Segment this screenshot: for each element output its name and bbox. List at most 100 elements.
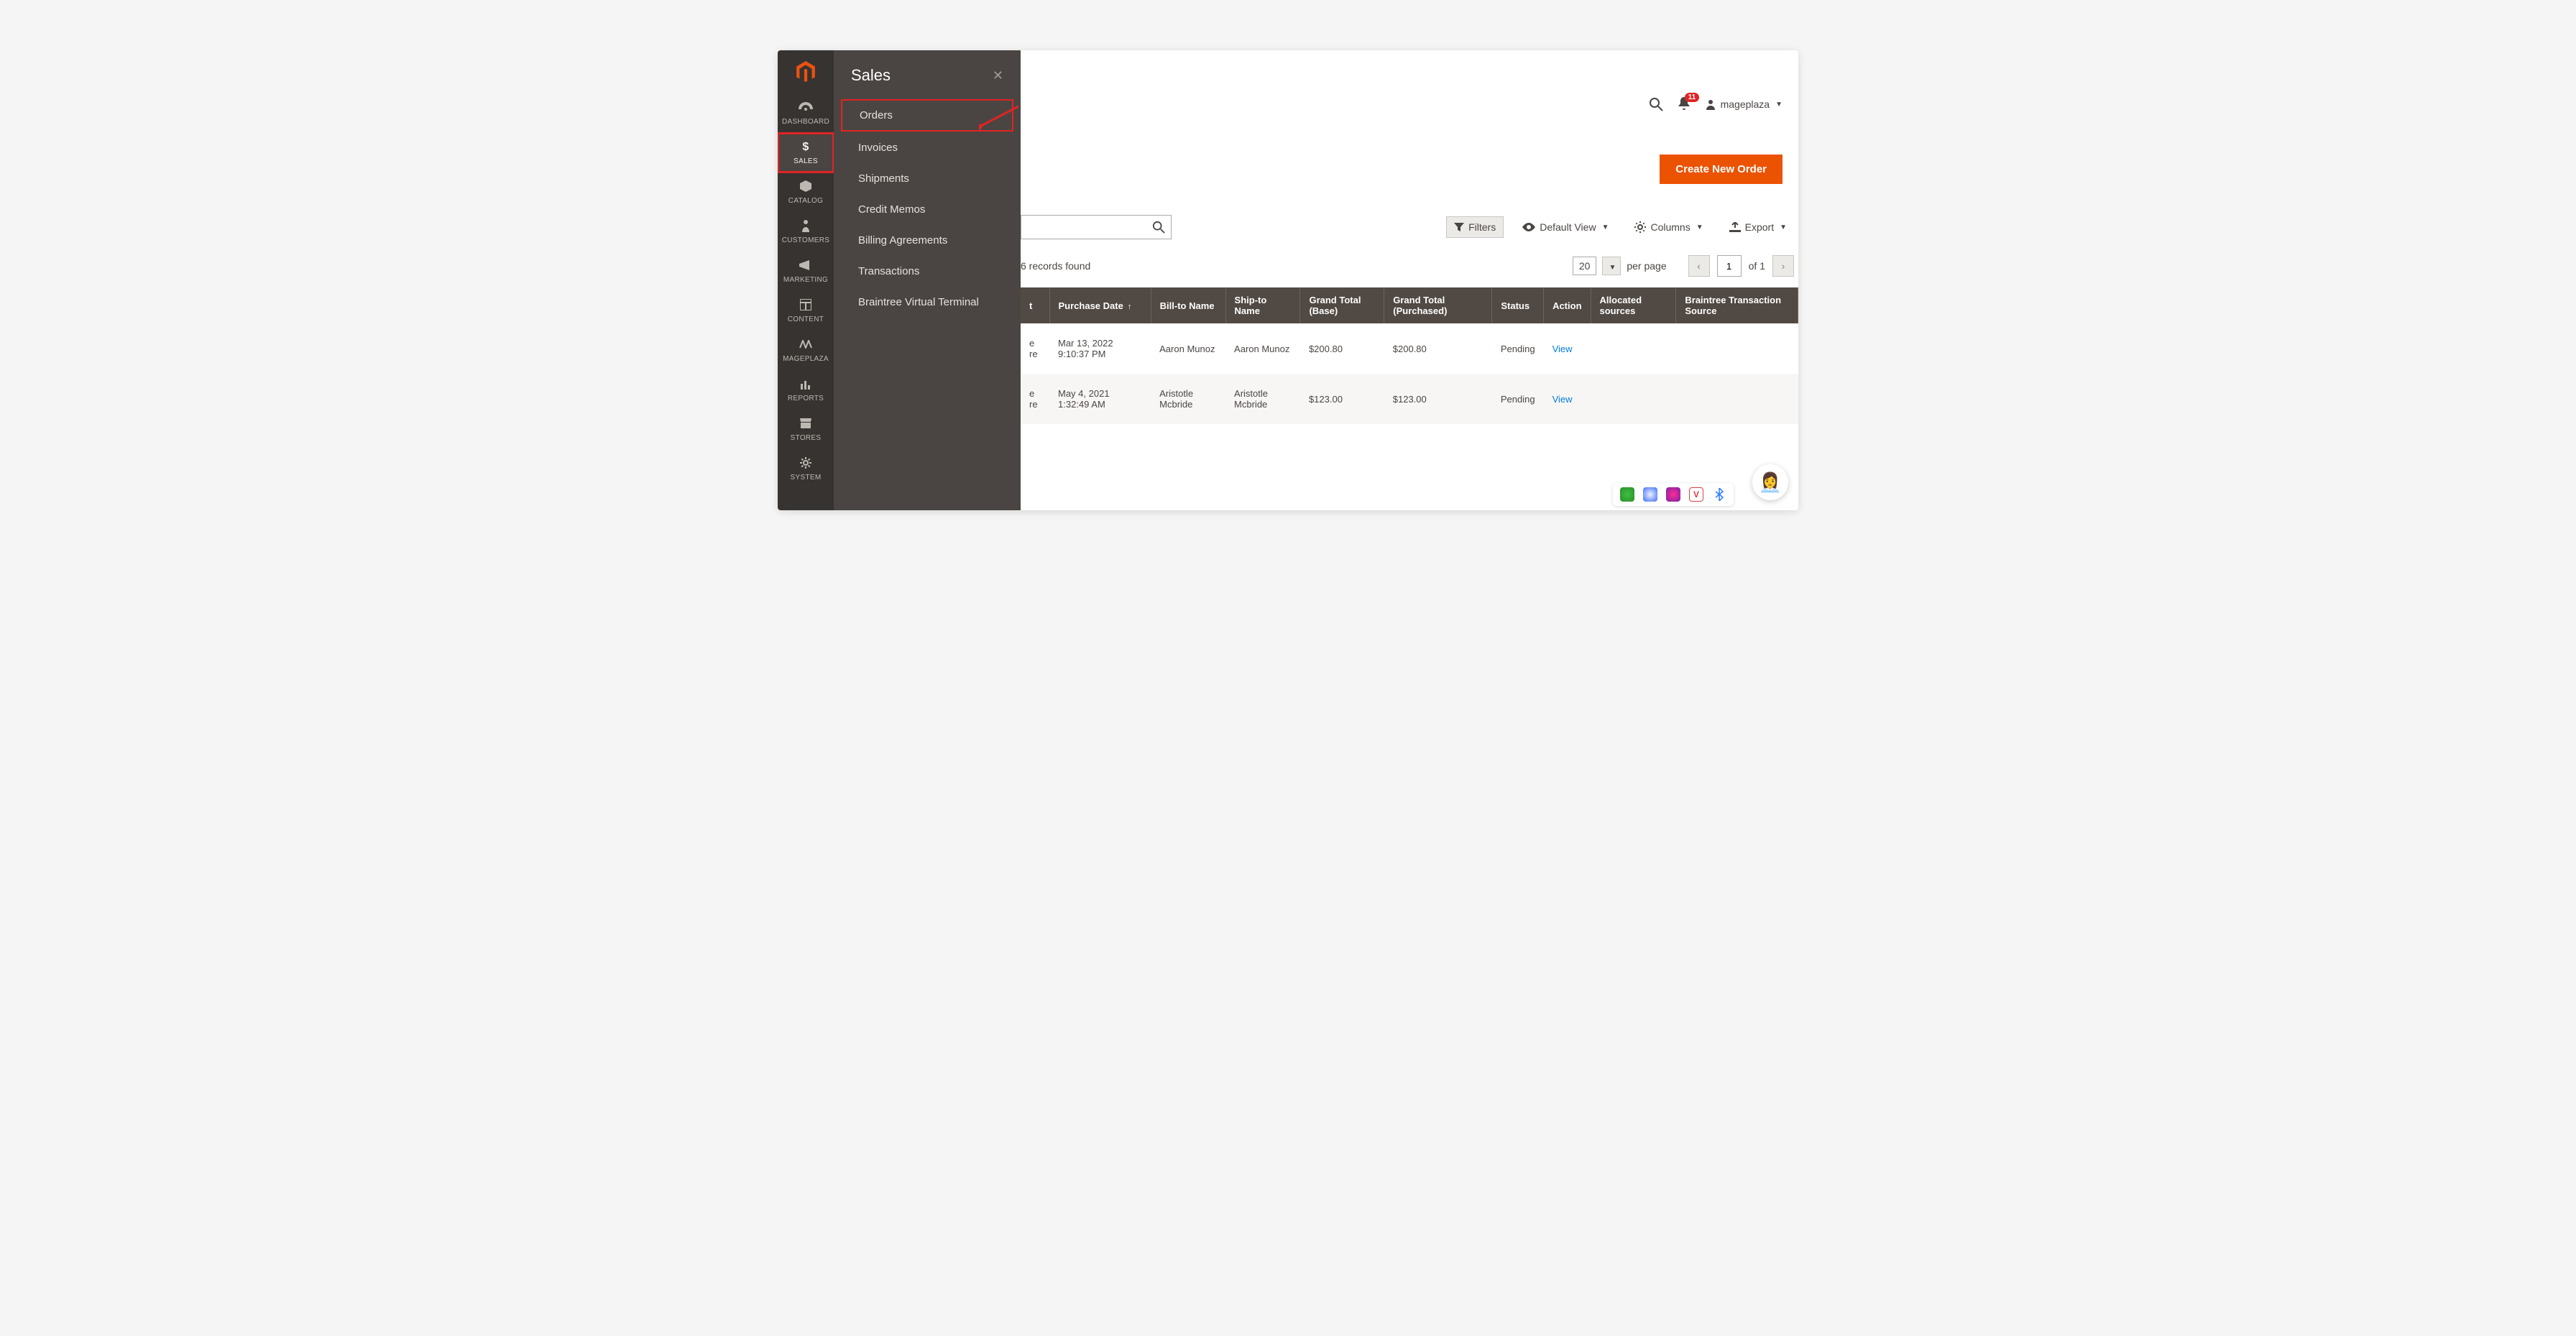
view-label: Default View bbox=[1540, 221, 1596, 233]
orders-grid: t Purchase Date↑ Bill-to Name Ship-to Na… bbox=[1021, 287, 1798, 424]
search-icon[interactable] bbox=[1649, 97, 1663, 111]
cell-purchase-date: Mar 13, 2022 9:10:37 PM bbox=[1049, 323, 1151, 374]
gauge-icon bbox=[799, 99, 813, 115]
nav-content[interactable]: CONTENT bbox=[778, 291, 834, 331]
cell-bill-to: Aaron Munoz bbox=[1151, 323, 1225, 374]
page-size-value: 20 bbox=[1579, 260, 1591, 272]
cell-purchase-date: May 4, 2021 1:32:49 AM bbox=[1049, 374, 1151, 424]
cell-grand-total-purchased: $200.80 bbox=[1384, 323, 1492, 374]
nav-catalog[interactable]: CATALOG bbox=[778, 172, 834, 212]
sort-asc-icon: ↑ bbox=[1128, 303, 1132, 311]
nav-reports[interactable]: REPORTS bbox=[778, 370, 834, 410]
flyout-item-braintree-vt[interactable]: Braintree Virtual Terminal bbox=[841, 287, 1013, 317]
dock-app-icon[interactable] bbox=[1620, 487, 1634, 502]
nav-label: DASHBOARD bbox=[782, 118, 829, 126]
cell-action: View bbox=[1544, 323, 1591, 374]
cell-ship-to: Aristotle Mcbride bbox=[1225, 374, 1300, 424]
grid-header: t Purchase Date↑ Bill-to Name Ship-to Na… bbox=[1021, 287, 1798, 323]
export-label: Export bbox=[1745, 221, 1774, 233]
admin-window: DASHBOARD $ SALES CATALOG CUSTOMERS MARK… bbox=[778, 50, 1798, 510]
flyout-item-invoices[interactable]: Invoices bbox=[841, 133, 1013, 162]
nav-system[interactable]: SYSTEM bbox=[778, 449, 834, 489]
cell-grand-total-base: $200.80 bbox=[1300, 323, 1384, 374]
nav-sales[interactable]: $ SALES bbox=[778, 133, 834, 172]
dock-app-icon[interactable] bbox=[1666, 487, 1680, 502]
nav-label: CATALOG bbox=[788, 197, 823, 205]
export-icon bbox=[1729, 222, 1741, 232]
col-grand-total-base[interactable]: Grand Total (Base) bbox=[1300, 287, 1384, 323]
table-row[interactable]: ere May 4, 2021 1:32:49 AM Aristotle Mcb… bbox=[1021, 374, 1798, 424]
pager-row: 6 records found 20 ▼ per page ‹ of 1 › bbox=[1021, 252, 1798, 280]
close-icon[interactable]: ✕ bbox=[993, 68, 1003, 83]
flyout-item-credit-memos[interactable]: Credit Memos bbox=[841, 195, 1013, 224]
prev-page-button[interactable]: ‹ bbox=[1688, 255, 1710, 277]
flyout-item-billing-agreements[interactable]: Billing Agreements bbox=[841, 226, 1013, 255]
nav-customers[interactable]: CUSTOMERS bbox=[778, 212, 834, 252]
records-found-label: 6 records found bbox=[1021, 260, 1573, 272]
create-new-order-button[interactable]: Create New Order bbox=[1660, 155, 1782, 184]
next-page-button[interactable]: › bbox=[1772, 255, 1794, 277]
dock-app-icon[interactable] bbox=[1643, 487, 1657, 502]
support-avatar[interactable]: 👩‍💼 bbox=[1752, 464, 1788, 500]
flyout-item-label: Shipments bbox=[858, 172, 909, 185]
cell-allocated-sources bbox=[1591, 374, 1676, 424]
table-row[interactable]: ere Mar 13, 2022 9:10:37 PM Aaron Munoz … bbox=[1021, 323, 1798, 374]
notifications-button[interactable]: 11 bbox=[1678, 97, 1690, 111]
col-partial[interactable]: t bbox=[1021, 287, 1049, 323]
col-bill-to[interactable]: Bill-to Name bbox=[1151, 287, 1225, 323]
cell-status: Pending bbox=[1492, 323, 1544, 374]
person-icon bbox=[801, 218, 810, 234]
box-icon bbox=[799, 178, 812, 194]
nav-label: SYSTEM bbox=[791, 474, 822, 482]
flyout-item-shipments[interactable]: Shipments bbox=[841, 164, 1013, 193]
page-size-dropdown-button[interactable]: ▼ bbox=[1602, 257, 1621, 275]
search-icon bbox=[1152, 221, 1165, 234]
export-button[interactable]: Export ▼ bbox=[1722, 217, 1794, 237]
flyout-item-label: Billing Agreements bbox=[858, 234, 947, 247]
bluetooth-icon[interactable] bbox=[1712, 487, 1726, 502]
nav-dashboard[interactable]: DASHBOARD bbox=[778, 93, 834, 133]
of-pages-label: of 1 bbox=[1749, 260, 1765, 272]
page-size-control: 20 ▼ per page bbox=[1573, 257, 1667, 275]
page-size-select[interactable]: 20 bbox=[1573, 257, 1597, 275]
flyout-item-orders[interactable]: Orders bbox=[841, 99, 1013, 132]
col-allocated-sources[interactable]: Allocated sources bbox=[1591, 287, 1676, 323]
col-braintree-source[interactable]: Braintree Transaction Source bbox=[1676, 287, 1798, 323]
layout-icon bbox=[800, 297, 811, 313]
eye-icon bbox=[1522, 223, 1535, 231]
search-input[interactable] bbox=[1021, 215, 1172, 239]
funnel-icon bbox=[1454, 223, 1464, 231]
cell-status: Pending bbox=[1492, 374, 1544, 424]
mageplaza-icon bbox=[799, 336, 812, 352]
flyout-item-transactions[interactable]: Transactions bbox=[841, 257, 1013, 286]
svg-text:$: $ bbox=[802, 141, 809, 153]
per-page-label: per page bbox=[1627, 260, 1666, 272]
nav-mageplaza[interactable]: MAGEPLAZA bbox=[778, 331, 834, 370]
flyout-item-label: Credit Memos bbox=[858, 203, 925, 216]
col-ship-to[interactable]: Ship-to Name bbox=[1225, 287, 1300, 323]
current-page-input[interactable] bbox=[1717, 255, 1742, 277]
user-menu[interactable]: mageplaza ▼ bbox=[1705, 98, 1782, 110]
flyout-item-label: Invoices bbox=[858, 142, 898, 154]
nav-label: STORES bbox=[791, 434, 822, 442]
chevron-down-icon: ▼ bbox=[1696, 224, 1703, 231]
view-link[interactable]: View bbox=[1552, 344, 1573, 354]
col-purchase-date[interactable]: Purchase Date↑ bbox=[1049, 287, 1151, 323]
chevron-down-icon: ▼ bbox=[1602, 224, 1609, 231]
dock-app-icon[interactable]: V bbox=[1689, 487, 1703, 502]
default-view-button[interactable]: Default View ▼ bbox=[1515, 217, 1616, 237]
col-grand-total-purchased[interactable]: Grand Total (Purchased) bbox=[1384, 287, 1492, 323]
nav-marketing[interactable]: MARKETING bbox=[778, 252, 834, 291]
magento-logo[interactable] bbox=[778, 50, 834, 93]
page-nav: ‹ of 1 › bbox=[1688, 255, 1794, 277]
col-status[interactable]: Status bbox=[1492, 287, 1544, 323]
flyout-item-label: Orders bbox=[860, 109, 893, 121]
chevron-down-icon: ▼ bbox=[1609, 264, 1616, 272]
left-nav-rail: DASHBOARD $ SALES CATALOG CUSTOMERS MARK… bbox=[778, 50, 834, 510]
col-action[interactable]: Action bbox=[1544, 287, 1591, 323]
nav-stores[interactable]: STORES bbox=[778, 410, 834, 449]
columns-button[interactable]: Columns ▼ bbox=[1627, 217, 1710, 237]
view-link[interactable]: View bbox=[1552, 394, 1573, 405]
filters-button[interactable]: Filters bbox=[1446, 216, 1504, 238]
bars-icon bbox=[800, 376, 811, 392]
